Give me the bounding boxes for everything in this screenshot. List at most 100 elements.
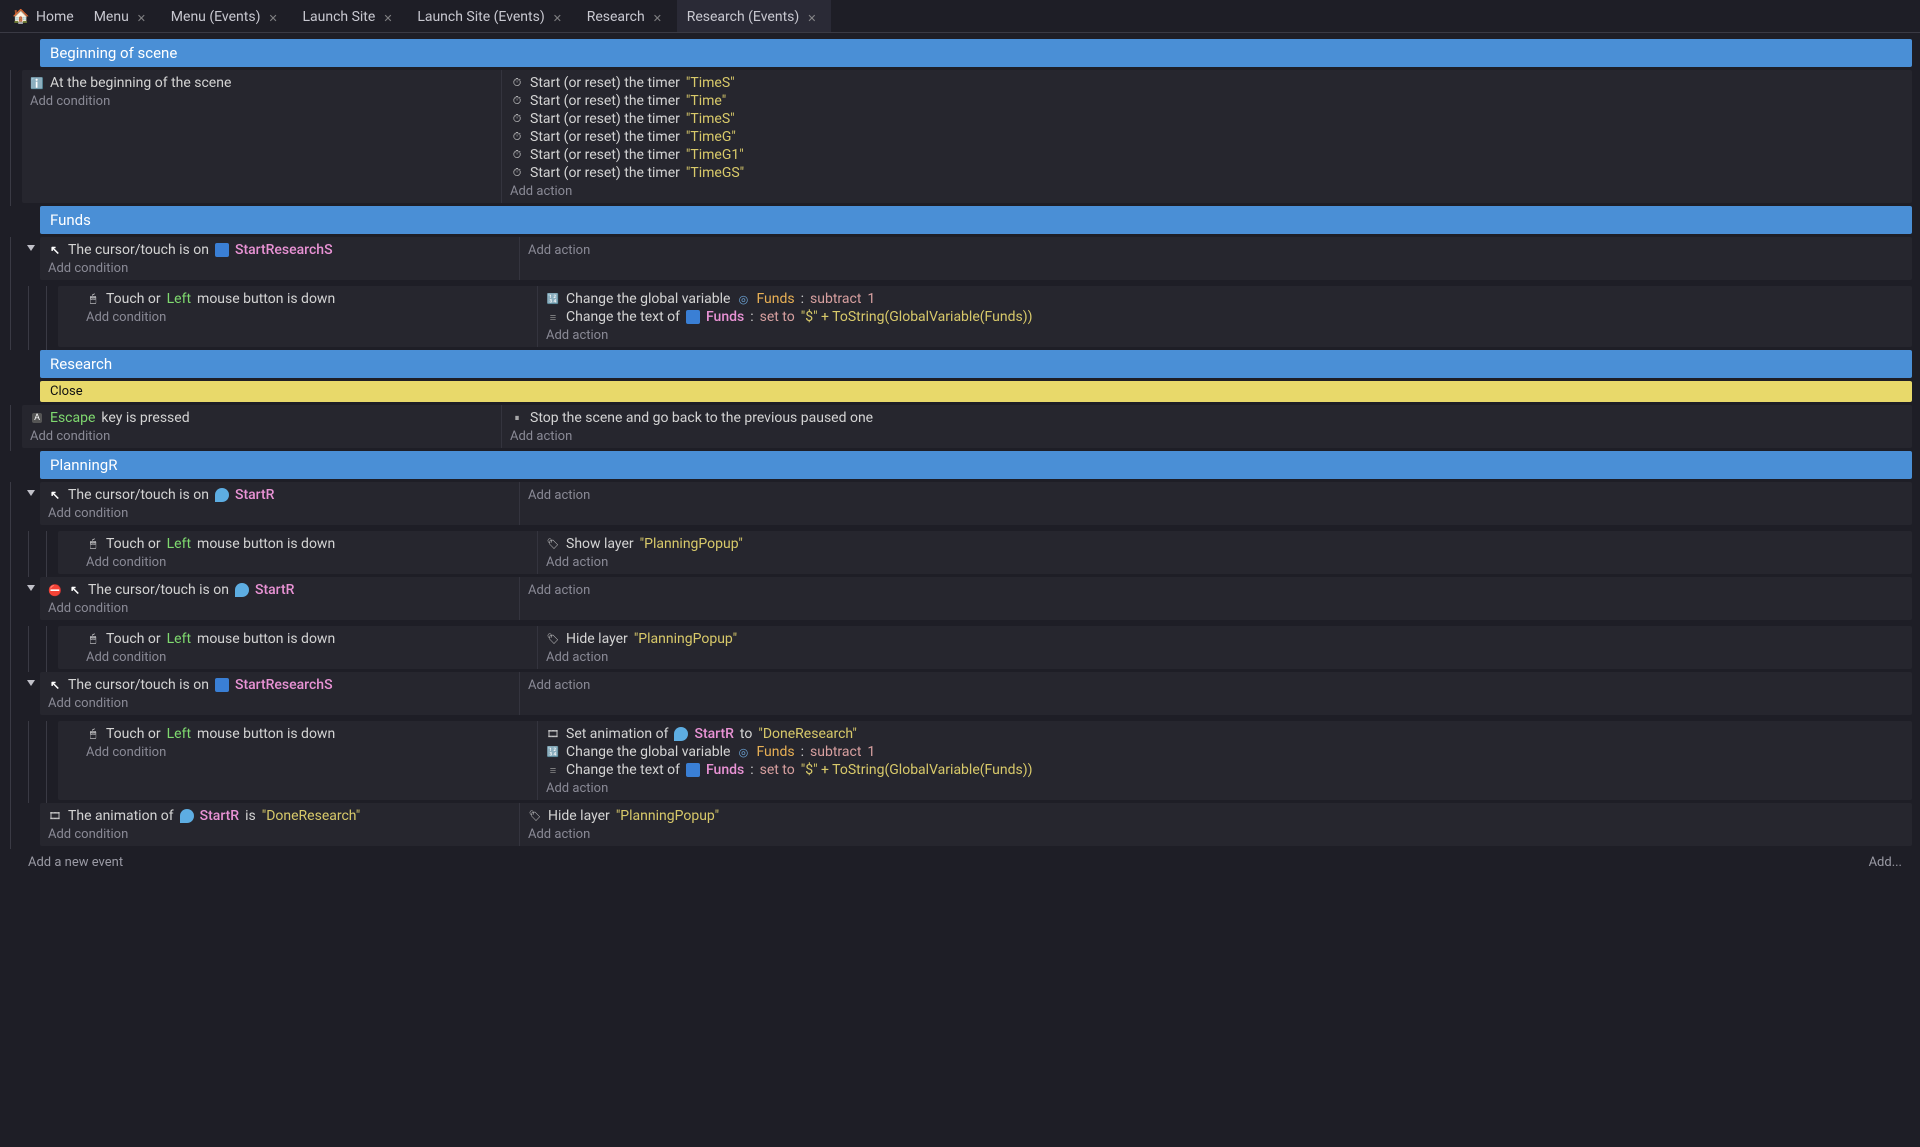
actions-column: Add action [520,237,1912,280]
action-line[interactable]: Start (or reset) the timer "Time" [510,92,1904,110]
event-row[interactable]: The cursor/touch is on StartResearchS Ad… [40,237,1912,280]
global-icon [736,292,750,306]
event-row[interactable]: Touch or Left mouse button is down Add c… [58,721,1912,800]
close-icon[interactable] [653,10,667,24]
timer-icon [510,76,524,90]
actions-column: Change the global variable Funds: subtra… [538,286,1912,347]
action-line[interactable]: Hide layer "PlanningPopup" [528,807,1904,825]
action-line[interactable]: Start (or reset) the timer "TimeS" [510,110,1904,128]
add-condition-link[interactable]: Add condition [48,259,128,276]
group-header-funds[interactable]: Funds [40,206,1912,234]
event-row[interactable]: The cursor/touch is on StartResearchS Ad… [40,672,1912,715]
global-icon [736,745,750,759]
group-header-beginning[interactable]: Beginning of scene [40,39,1912,67]
action-line[interactable]: Set animation of StartR to "DoneResearch… [546,725,1904,743]
add-condition-link[interactable]: Add condition [30,427,110,444]
close-icon[interactable] [807,10,821,24]
add-condition-link[interactable]: Add condition [48,694,128,711]
condition-line[interactable]: Touch or Left mouse button is down [86,535,529,553]
event-row[interactable]: At the beginning of the scene Add condit… [22,70,1912,203]
event-row[interactable]: The animation of StartR is "DoneResearch… [40,803,1912,846]
event-row[interactable]: Touch or Left mouse button is down Add c… [58,531,1912,574]
add-action-link[interactable]: Add action [528,241,590,258]
action-line[interactable]: Change the text of Funds: set to "$" + T… [546,761,1904,779]
add-condition-link[interactable]: Add condition [86,308,166,325]
action-line[interactable]: Hide layer "PlanningPopup" [546,630,1904,648]
group-header-planningr[interactable]: PlanningR [40,451,1912,479]
condition-line[interactable]: The animation of StartR is "DoneResearch… [48,807,511,825]
action-line[interactable]: Change the text of Funds: set to "$" + T… [546,308,1904,326]
action-line[interactable]: Start (or reset) the timer "TimeS" [510,74,1904,92]
action-line[interactable]: Change the global variable Funds: subtra… [546,290,1904,308]
object-ref: StartR [200,808,239,824]
conditions-column: The cursor/touch is on StartResearchS Ad… [40,237,520,280]
action-line[interactable]: Start (or reset) the timer "TimeG" [510,128,1904,146]
close-icon[interactable] [268,10,282,24]
tab-menu-events[interactable]: Menu (Events) [161,0,293,32]
condition-line[interactable]: The cursor/touch is on StartR [48,486,511,504]
event-row[interactable]: The cursor/touch is on StartR Add condit… [40,482,1912,525]
add-action-link[interactable]: Add action [510,427,572,444]
chevron-down-icon [27,490,35,496]
add-condition-link[interactable]: Add condition [48,504,128,521]
add-action-link[interactable]: Add action [546,326,608,343]
add-action-link[interactable]: Add action [528,676,590,693]
mouse-icon [86,537,100,551]
close-icon[interactable] [383,10,397,24]
add-new-event-link[interactable]: Add a new event [28,853,123,870]
pause-icon [510,411,524,425]
event-row[interactable]: Escape key is pressed Add condition Stop… [22,405,1912,448]
tab-launch-site-events[interactable]: Launch Site (Events) [407,0,576,32]
add-condition-link[interactable]: Add condition [30,92,110,109]
object-ref: StartR [255,582,294,598]
sprite-icon [235,583,249,597]
fold-toggle[interactable] [22,672,40,686]
sprite-icon [674,727,688,741]
tab-research-events[interactable]: Research (Events) [677,0,832,32]
close-icon[interactable] [137,10,151,24]
condition-line[interactable]: The cursor/touch is on StartR [48,581,511,599]
actions-column: Hide layer "PlanningPopup" Add action [520,803,1912,846]
add-condition-link[interactable]: Add condition [48,599,128,616]
action-line[interactable]: Stop the scene and go back to the previo… [510,409,1904,427]
add-action-link[interactable]: Add action [528,486,590,503]
cursor-icon [68,583,82,597]
tab-research[interactable]: Research [577,0,677,32]
add-action-link[interactable]: Add action [528,825,590,842]
event-row[interactable]: Touch or Left mouse button is down Add c… [58,286,1912,347]
action-line[interactable]: Start (or reset) the timer "TimeG1" [510,146,1904,164]
add-condition-link[interactable]: Add condition [48,825,128,842]
variable-icon [546,745,560,759]
add-action-link[interactable]: Add action [546,553,608,570]
tab-menu[interactable]: Menu [84,0,161,32]
add-condition-link[interactable]: Add condition [86,743,166,760]
condition-line[interactable]: At the beginning of the scene [30,74,493,92]
event-row[interactable]: The cursor/touch is on StartR Add condit… [40,577,1912,620]
comment-bar[interactable]: Close [40,381,1912,402]
close-icon[interactable] [553,10,567,24]
timer-icon [510,148,524,162]
add-action-link[interactable]: Add action [510,182,572,199]
tab-launch-site[interactable]: Launch Site [292,0,407,32]
condition-line[interactable]: Escape key is pressed [30,409,493,427]
fold-toggle[interactable] [22,482,40,496]
action-line[interactable]: Change the global variable Funds: subtra… [546,743,1904,761]
action-line[interactable]: Show layer "PlanningPopup" [546,535,1904,553]
condition-line[interactable]: Touch or Left mouse button is down [86,725,529,743]
condition-line[interactable]: The cursor/touch is on StartResearchS [48,676,511,694]
action-line[interactable]: Start (or reset) the timer "TimeGS" [510,164,1904,182]
group-header-research[interactable]: Research [40,350,1912,378]
add-condition-link[interactable]: Add condition [86,553,166,570]
add-action-link[interactable]: Add action [528,581,590,598]
event-row[interactable]: Touch or Left mouse button is down Add c… [58,626,1912,669]
fold-toggle[interactable] [22,577,40,591]
condition-line[interactable]: Touch or Left mouse button is down [86,290,529,308]
add-action-link[interactable]: Add action [546,779,608,796]
fold-toggle[interactable] [22,237,40,251]
tab-home[interactable]: 🏠 Home [4,0,84,32]
add-condition-link[interactable]: Add condition [86,648,166,665]
add-dots-link[interactable]: Add... [1869,853,1902,870]
condition-line[interactable]: The cursor/touch is on StartResearchS [48,241,511,259]
add-action-link[interactable]: Add action [546,648,608,665]
condition-line[interactable]: Touch or Left mouse button is down [86,630,529,648]
